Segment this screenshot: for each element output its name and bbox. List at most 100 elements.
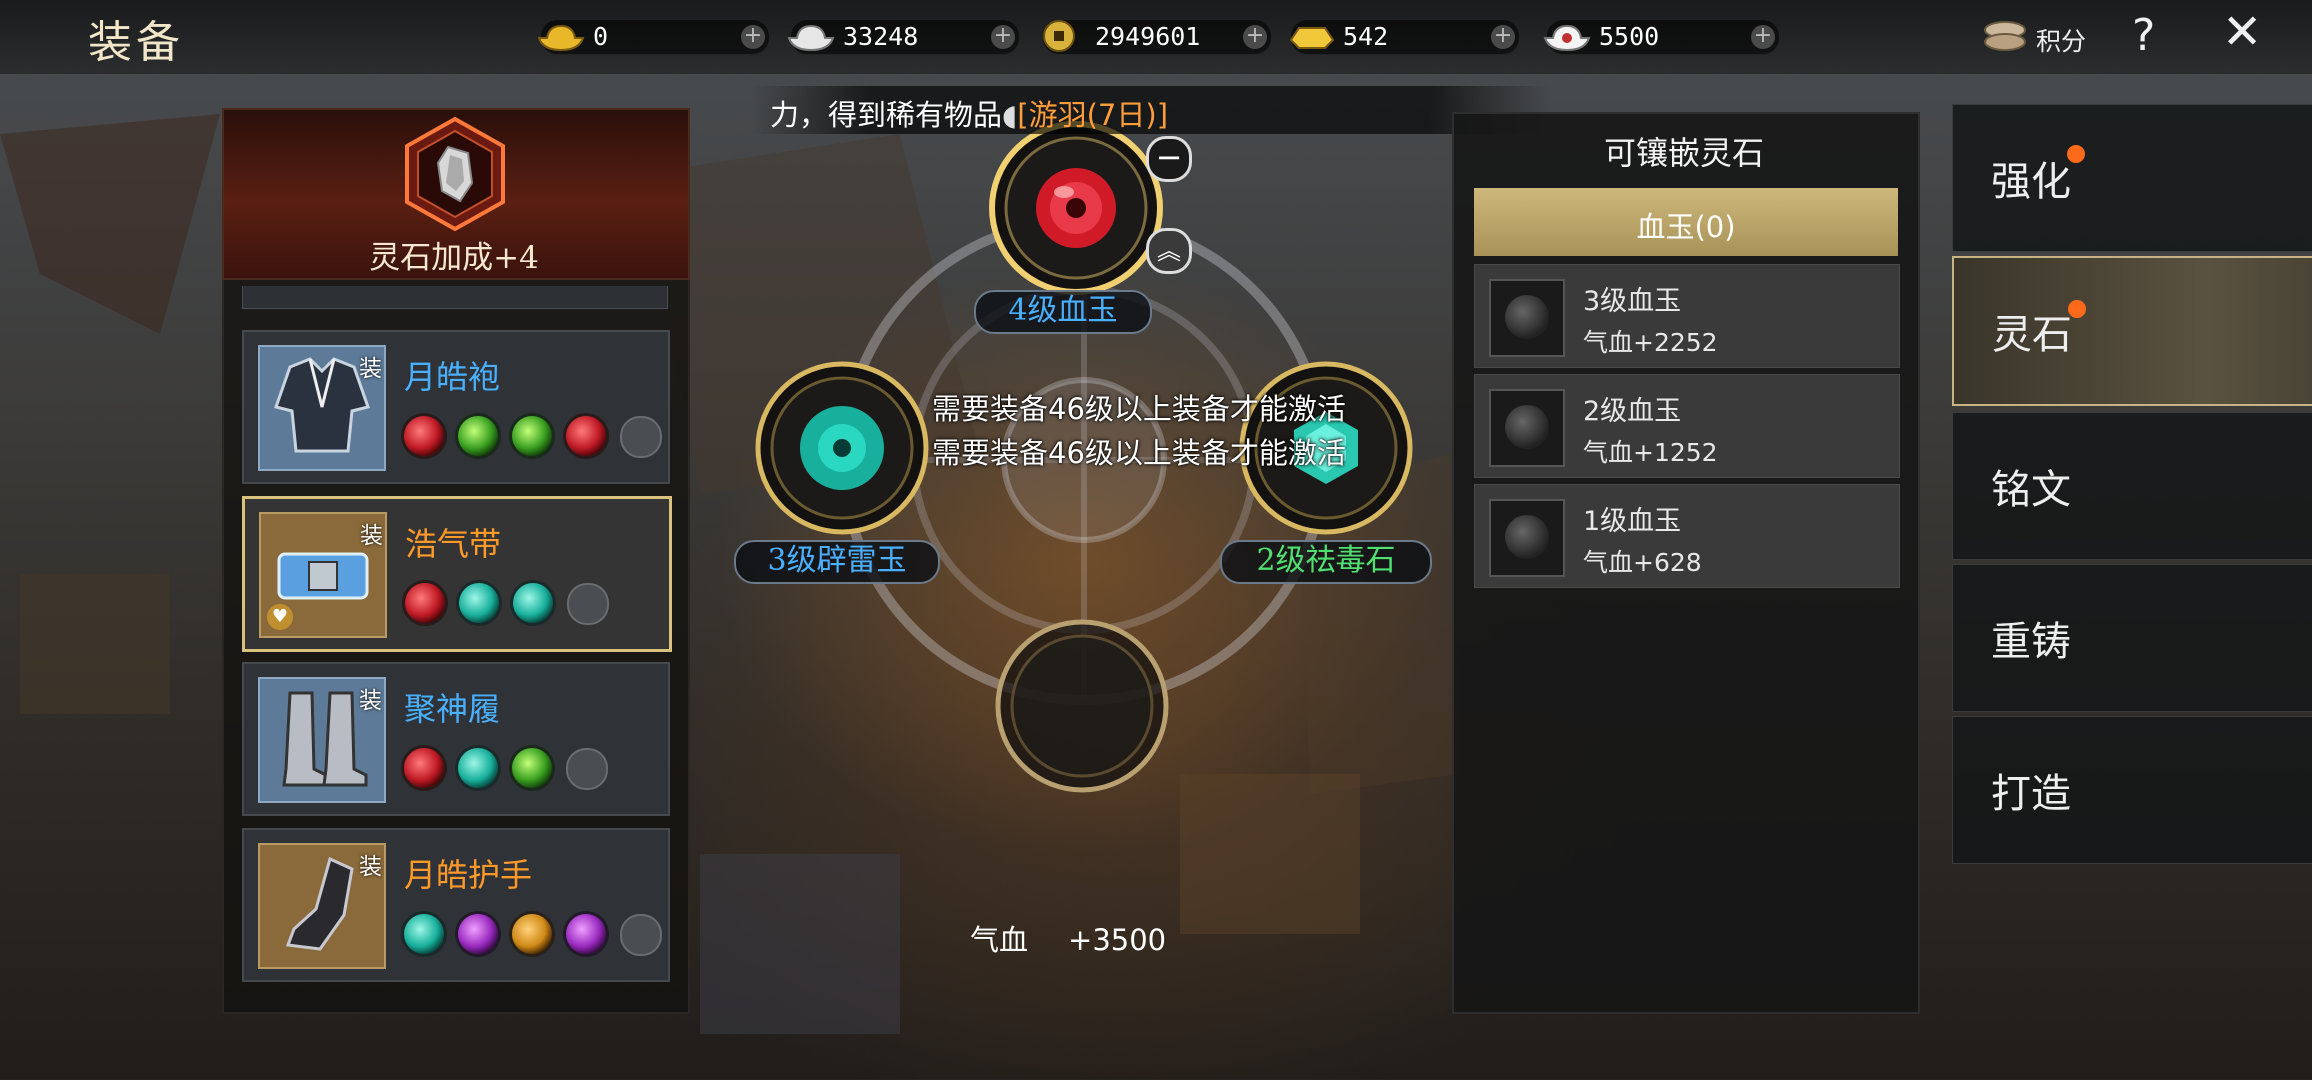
gold-ingot-icon <box>537 24 585 52</box>
equipped-tag: 装 <box>359 854 382 880</box>
tab-inscription[interactable]: 铭文 <box>1952 412 2312 560</box>
currency-gold-bar: 542 + <box>1289 19 1520 55</box>
stone-row[interactable]: 1级血玉 气血+628 <box>1474 484 1900 588</box>
boots-thumbnail: 装 <box>258 677 386 803</box>
robe-thumbnail: 装 <box>258 345 386 471</box>
add-currency-button[interactable]: + <box>1243 25 1267 49</box>
equipment-card-gauntlet[interactable]: 装 月皓护手 <box>242 828 670 982</box>
socket-top[interactable] <box>986 118 1166 298</box>
close-button[interactable]: ✕ <box>2222 4 2262 60</box>
equipment-name: 月皓护手 <box>404 856 533 894</box>
gem-slot-red <box>404 416 444 456</box>
score-button[interactable]: 积分 <box>1980 16 2090 56</box>
total-stat: 气血 +3500 <box>970 917 1166 959</box>
gem-slot-teal <box>513 583 553 623</box>
notice-speaker-icon: ◖ <box>1002 98 1018 132</box>
tab-label: 灵石 <box>1992 312 2072 358</box>
gem-slot-empty <box>566 748 608 790</box>
stone-type-tab-label: 血玉(0) <box>1636 210 1736 244</box>
stone-icon <box>1489 389 1565 467</box>
activation-requirement-text: 需要装备46级以上装备才能激活 <box>932 392 1346 426</box>
gem-slot-green <box>512 748 552 788</box>
add-currency-button[interactable]: + <box>741 25 765 49</box>
currency-value: 542 <box>1343 22 1389 51</box>
gem-slot-empty <box>620 914 662 956</box>
tab-label: 打造 <box>1991 771 2071 817</box>
gem-slot-red <box>566 416 606 456</box>
total-stat-value: +3500 <box>1068 923 1167 957</box>
list-item-partial <box>242 286 668 309</box>
gem-slot-empty <box>620 416 662 458</box>
gem-slot-green <box>512 416 552 456</box>
currency-value: 0 <box>593 22 609 51</box>
gem-slot-teal <box>458 748 498 788</box>
equipment-card-robe[interactable]: 装 月皓袍 <box>242 330 670 484</box>
tab-enhance[interactable]: 强化 <box>1952 104 2312 252</box>
score-icon <box>1984 21 2026 51</box>
stone-icon <box>1489 279 1565 357</box>
gauntlet-thumbnail: 装 <box>258 843 386 969</box>
socket-left-label: 3级辟雷玉 <box>734 540 940 584</box>
copper-coin-icon <box>1043 20 1075 52</box>
remove-gem-button[interactable]: − <box>1146 136 1192 182</box>
notification-dot <box>2067 145 2085 163</box>
tab-spirit-stone[interactable]: 灵石 <box>1952 256 2312 406</box>
stone-name: 3级血玉 <box>1583 286 1682 317</box>
add-currency-button[interactable]: + <box>1751 25 1775 49</box>
page-title: 装备 <box>88 17 184 68</box>
tab-label: 铭文 <box>1991 467 2071 513</box>
equipment-name: 月皓袍 <box>404 358 501 396</box>
equipment-card-belt[interactable]: 装 ♥ 浩气带 <box>242 496 672 652</box>
spirit-stone-bonus-label: 灵石加成+4 <box>369 240 539 276</box>
equipped-tag: 装 <box>359 356 382 382</box>
stone-stat: 气血+1252 <box>1583 438 1718 467</box>
tab-forge[interactable]: 打造 <box>1952 716 2312 864</box>
gem-slot-empty <box>567 583 609 625</box>
stone-row[interactable]: 3级血玉 气血+2252 <box>1474 264 1900 368</box>
activation-requirement-text: 需要装备46级以上装备才能激活 <box>932 436 1346 470</box>
stone-stat: 气血+2252 <box>1583 328 1718 357</box>
currency-silver-bar: 5500 + <box>1543 19 1780 55</box>
socket-bottom[interactable] <box>992 616 1172 796</box>
notice-item-name: [游羽(7日)] <box>1017 98 1169 132</box>
upgrade-chevron-icon[interactable]: ︽ <box>1146 228 1192 274</box>
heart-icon: ♥ <box>267 604 293 630</box>
stone-name: 1级血玉 <box>1583 506 1682 537</box>
stone-row[interactable]: 2级血玉 气血+1252 <box>1474 374 1900 478</box>
total-stat-label: 气血 <box>970 923 1029 957</box>
gem-slot-purple <box>566 914 606 954</box>
help-button[interactable]: ? <box>2132 10 2155 61</box>
stone-name: 2级血玉 <box>1583 396 1682 427</box>
gem-slot-teal <box>459 583 499 623</box>
tab-label: 强化 <box>1991 159 2071 205</box>
currency-value: 2949601 <box>1095 22 1201 51</box>
currency-value: 33248 <box>843 22 919 51</box>
socket-right-label: 2级祛毒石 <box>1220 540 1432 584</box>
gem-slot-purple <box>458 914 498 954</box>
system-notice-text: 力，得到稀有物品◖[游羽(7日)] <box>770 98 1169 132</box>
gem-slot-red <box>404 748 444 788</box>
score-label: 积分 <box>2036 27 2087 56</box>
add-currency-button[interactable]: + <box>1491 25 1515 49</box>
socketable-stones-title: 可镶嵌灵石 <box>1603 134 1764 172</box>
tab-label: 重铸 <box>1991 619 2071 665</box>
equipped-tag: 装 <box>360 523 383 549</box>
stone-type-tab[interactable]: 血玉(0) <box>1474 188 1898 256</box>
gem-slot-red <box>405 583 445 623</box>
belt-thumbnail: 装 ♥ <box>259 512 387 638</box>
silver-bar-icon <box>1543 24 1591 52</box>
currency-gold-ingot: 0 + <box>537 19 770 55</box>
add-currency-button[interactable]: + <box>991 25 1015 49</box>
currency-silver-ingot: 33248 + <box>787 19 1020 55</box>
spirit-stone-hex-icon <box>405 117 505 231</box>
gold-bar-icon <box>1289 27 1335 49</box>
silver-ingot-icon <box>787 24 835 52</box>
tab-reforge[interactable]: 重铸 <box>1952 564 2312 712</box>
socket-left[interactable] <box>752 358 932 538</box>
equipment-name: 聚神履 <box>404 690 501 728</box>
socket-top-label: 4级血玉 <box>974 290 1152 334</box>
equipment-card-boots[interactable]: 装 聚神履 <box>242 662 670 816</box>
currency-copper-coin: 2949601 + <box>1042 19 1272 55</box>
gem-slot-amber <box>512 914 552 954</box>
gem-slot-teal <box>404 914 444 954</box>
